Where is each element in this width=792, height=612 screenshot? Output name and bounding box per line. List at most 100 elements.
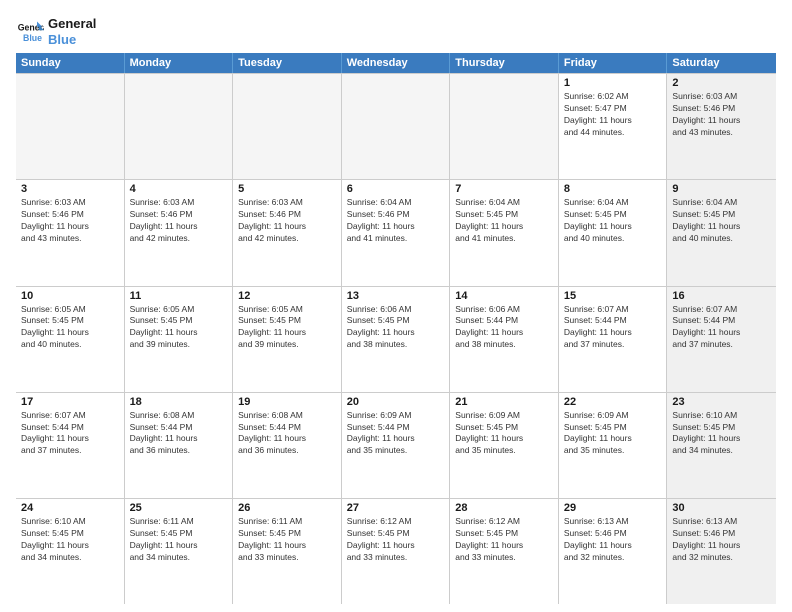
day-number: 21 <box>455 396 553 408</box>
calendar-cell-day-11: 11 Sunrise: 6:05 AMSunset: 5:45 PMDayligh… <box>125 287 234 392</box>
calendar-cell-day-4: 4 Sunrise: 6:03 AMSunset: 5:46 PMDaylight… <box>125 180 234 285</box>
logo-line2: Blue <box>48 32 96 48</box>
cell-info: Sunrise: 6:07 AMSunset: 5:44 PMDaylight:… <box>672 304 771 352</box>
cell-info: Sunrise: 6:06 AMSunset: 5:45 PMDaylight:… <box>347 304 445 352</box>
day-number: 20 <box>347 396 445 408</box>
calendar: SundayMondayTuesdayWednesdayThursdayFrid… <box>16 53 776 604</box>
cell-info: Sunrise: 6:04 AMSunset: 5:45 PMDaylight:… <box>564 197 662 245</box>
cell-info: Sunrise: 6:03 AMSunset: 5:46 PMDaylight:… <box>130 197 228 245</box>
calendar-cell-day-18: 18 Sunrise: 6:08 AMSunset: 5:44 PMDayligh… <box>125 393 234 498</box>
calendar-cell-empty <box>450 74 559 179</box>
calendar-cell-day-6: 6Sunrise: 6:04 AMSunset: 5:46 PMDaylight… <box>342 180 451 285</box>
cell-info: Sunrise: 6:10 AMSunset: 5:45 PMDaylight:… <box>672 410 771 458</box>
calendar-cell-day-24: 24 Sunrise: 6:10 AMSunset: 5:45 PMDayligh… <box>16 499 125 604</box>
calendar-header: SundayMondayTuesdayWednesdayThursdayFrid… <box>16 53 776 73</box>
calendar-cell-day-19: 19 Sunrise: 6:08 AMSunset: 5:44 PMDayligh… <box>233 393 342 498</box>
day-number: 1 <box>564 77 662 89</box>
calendar-cell-empty <box>16 74 125 179</box>
logo-line1: General <box>48 16 96 32</box>
cell-info: Sunrise: 6:09 AMSunset: 5:45 PMDaylight:… <box>564 410 662 458</box>
cell-info: Sunrise: 6:11 AMSunset: 5:45 PMDaylight:… <box>238 516 336 564</box>
calendar-cell-day-23: 23 Sunrise: 6:10 AMSunset: 5:45 PMDayligh… <box>667 393 776 498</box>
calendar-cell-day-3: 3 Sunrise: 6:03 AMSunset: 5:46 PMDaylight… <box>16 180 125 285</box>
day-number: 19 <box>238 396 336 408</box>
calendar-cell-day-25: 25 Sunrise: 6:11 AMSunset: 5:45 PMDayligh… <box>125 499 234 604</box>
weekday-header-monday: Monday <box>125 53 234 73</box>
weekday-header-thursday: Thursday <box>450 53 559 73</box>
day-number: 11 <box>130 290 228 302</box>
cell-info: Sunrise: 6:07 AMSunset: 5:44 PMDaylight:… <box>21 410 119 458</box>
day-number: 5 <box>238 183 336 195</box>
calendar-body: 1Sunrise: 6:02 AMSunset: 5:47 PMDaylight… <box>16 73 776 604</box>
calendar-cell-day-22: 22Sunrise: 6:09 AMSunset: 5:45 PMDayligh… <box>559 393 668 498</box>
day-number: 9 <box>672 183 771 195</box>
cell-info: Sunrise: 6:10 AMSunset: 5:45 PMDaylight:… <box>21 516 119 564</box>
calendar-cell-day-28: 28Sunrise: 6:12 AMSunset: 5:45 PMDayligh… <box>450 499 559 604</box>
weekday-header-saturday: Saturday <box>667 53 776 73</box>
day-number: 18 <box>130 396 228 408</box>
calendar-cell-day-30: 30Sunrise: 6:13 AMSunset: 5:46 PMDayligh… <box>667 499 776 604</box>
calendar-row-1: 1Sunrise: 6:02 AMSunset: 5:47 PMDaylight… <box>16 73 776 179</box>
calendar-cell-day-29: 29 Sunrise: 6:13 AMSunset: 5:46 PMDayligh… <box>559 499 668 604</box>
cell-info: Sunrise: 6:06 AMSunset: 5:44 PMDaylight:… <box>455 304 553 352</box>
calendar-cell-day-12: 12Sunrise: 6:05 AMSunset: 5:45 PMDayligh… <box>233 287 342 392</box>
day-number: 8 <box>564 183 662 195</box>
calendar-cell-day-2: 2Sunrise: 6:03 AMSunset: 5:46 PMDaylight… <box>667 74 776 179</box>
calendar-cell-empty <box>342 74 451 179</box>
logo-icon: General Blue <box>16 18 44 46</box>
calendar-row-3: 10Sunrise: 6:05 AMSunset: 5:45 PMDayligh… <box>16 286 776 392</box>
svg-text:Blue: Blue <box>23 32 42 42</box>
cell-info: Sunrise: 6:11 AMSunset: 5:45 PMDaylight:… <box>130 516 228 564</box>
cell-info: Sunrise: 6:13 AMSunset: 5:46 PMDaylight:… <box>564 516 662 564</box>
day-number: 29 <box>564 502 662 514</box>
cell-info: Sunrise: 6:07 AMSunset: 5:44 PMDaylight:… <box>564 304 662 352</box>
calendar-row-4: 17 Sunrise: 6:07 AMSunset: 5:44 PMDayligh… <box>16 392 776 498</box>
day-number: 3 <box>21 183 119 195</box>
cell-info: Sunrise: 6:05 AMSunset: 5:45 PMDaylight:… <box>21 304 119 352</box>
calendar-cell-day-21: 21Sunrise: 6:09 AMSunset: 5:45 PMDayligh… <box>450 393 559 498</box>
cell-info: Sunrise: 6:12 AMSunset: 5:45 PMDaylight:… <box>455 516 553 564</box>
cell-info: Sunrise: 6:08 AMSunset: 5:44 PMDaylight:… <box>238 410 336 458</box>
calendar-row-2: 3 Sunrise: 6:03 AMSunset: 5:46 PMDaylight… <box>16 179 776 285</box>
calendar-cell-day-26: 26 Sunrise: 6:11 AMSunset: 5:45 PMDayligh… <box>233 499 342 604</box>
calendar-cell-day-20: 20 Sunrise: 6:09 AMSunset: 5:44 PMDayligh… <box>342 393 451 498</box>
calendar-cell-day-1: 1Sunrise: 6:02 AMSunset: 5:47 PMDaylight… <box>559 74 668 179</box>
calendar-cell-day-15: 15 Sunrise: 6:07 AMSunset: 5:44 PMDayligh… <box>559 287 668 392</box>
day-number: 24 <box>21 502 119 514</box>
day-number: 7 <box>455 183 553 195</box>
day-number: 15 <box>564 290 662 302</box>
calendar-cell-day-8: 8 Sunrise: 6:04 AMSunset: 5:45 PMDaylight… <box>559 180 668 285</box>
day-number: 26 <box>238 502 336 514</box>
calendar-cell-day-10: 10Sunrise: 6:05 AMSunset: 5:45 PMDayligh… <box>16 287 125 392</box>
cell-info: Sunrise: 6:03 AMSunset: 5:46 PMDaylight:… <box>238 197 336 245</box>
day-number: 2 <box>672 77 771 89</box>
cell-info: Sunrise: 6:04 AMSunset: 5:45 PMDaylight:… <box>455 197 553 245</box>
cell-info: Sunrise: 6:09 AMSunset: 5:44 PMDaylight:… <box>347 410 445 458</box>
calendar-cell-day-27: 27Sunrise: 6:12 AMSunset: 5:45 PMDayligh… <box>342 499 451 604</box>
calendar-row-5: 24 Sunrise: 6:10 AMSunset: 5:45 PMDayligh… <box>16 498 776 604</box>
calendar-cell-day-7: 7 Sunrise: 6:04 AMSunset: 5:45 PMDaylight… <box>450 180 559 285</box>
cell-info: Sunrise: 6:04 AMSunset: 5:45 PMDaylight:… <box>672 197 771 245</box>
day-number: 17 <box>21 396 119 408</box>
calendar-cell-day-16: 16 Sunrise: 6:07 AMSunset: 5:44 PMDayligh… <box>667 287 776 392</box>
cell-info: Sunrise: 6:05 AMSunset: 5:45 PMDaylight:… <box>238 304 336 352</box>
calendar-cell-day-14: 14 Sunrise: 6:06 AMSunset: 5:44 PMDayligh… <box>450 287 559 392</box>
cell-info: Sunrise: 6:04 AMSunset: 5:46 PMDaylight:… <box>347 197 445 245</box>
cell-info: Sunrise: 6:05 AMSunset: 5:45 PMDaylight:… <box>130 304 228 352</box>
day-number: 25 <box>130 502 228 514</box>
calendar-cell-empty <box>233 74 342 179</box>
header: General Blue General Blue <box>16 16 776 47</box>
calendar-cell-day-5: 5 Sunrise: 6:03 AMSunset: 5:46 PMDaylight… <box>233 180 342 285</box>
calendar-cell-empty <box>125 74 234 179</box>
logo: General Blue General Blue <box>16 16 96 47</box>
day-number: 16 <box>672 290 771 302</box>
weekday-header-friday: Friday <box>559 53 668 73</box>
day-number: 23 <box>672 396 771 408</box>
weekday-header-tuesday: Tuesday <box>233 53 342 73</box>
day-number: 4 <box>130 183 228 195</box>
day-number: 14 <box>455 290 553 302</box>
cell-info: Sunrise: 6:03 AMSunset: 5:46 PMDaylight:… <box>21 197 119 245</box>
weekday-header-wednesday: Wednesday <box>342 53 451 73</box>
cell-info: Sunrise: 6:08 AMSunset: 5:44 PMDaylight:… <box>130 410 228 458</box>
day-number: 13 <box>347 290 445 302</box>
